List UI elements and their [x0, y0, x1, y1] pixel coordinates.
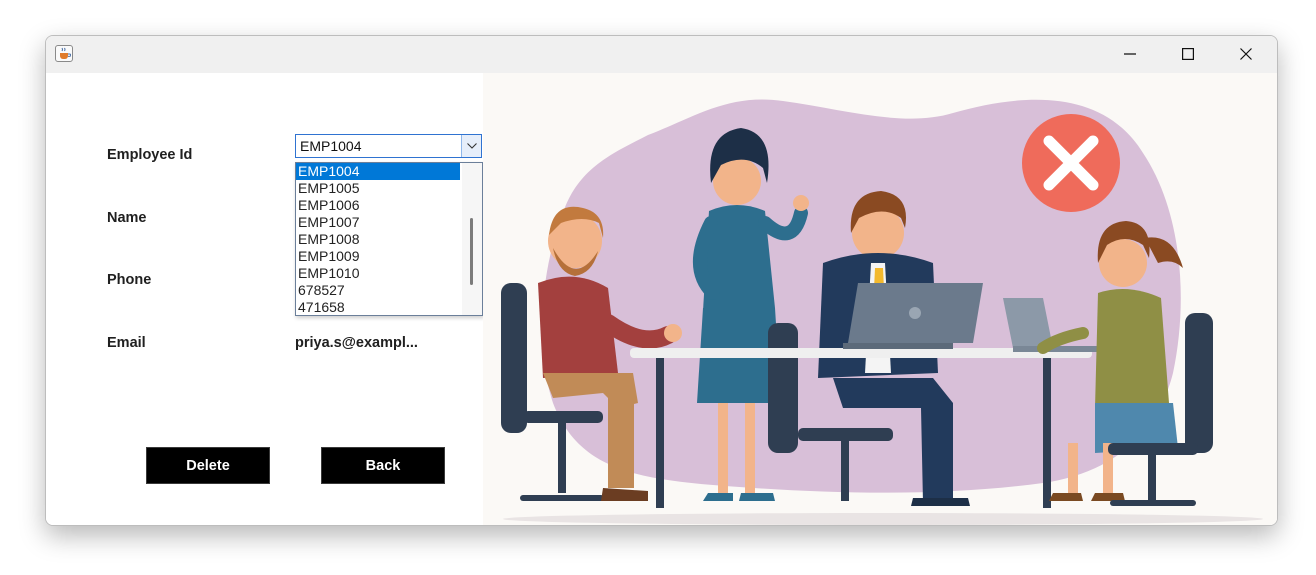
java-cup-icon[interactable]: [55, 45, 73, 62]
dropdown-option[interactable]: EMP1004: [296, 163, 460, 180]
dropdown-option[interactable]: EMP1010: [296, 265, 460, 282]
minimize-button[interactable]: [1101, 36, 1159, 72]
close-icon: [1240, 48, 1252, 60]
title-bar: [46, 36, 1277, 73]
main-window: Employee Id Name Phone Email priya.s@exa…: [45, 35, 1278, 526]
dropdown-option[interactable]: 678527: [296, 282, 460, 299]
combo-selected-value: EMP1004: [300, 138, 362, 154]
email-label: Email: [107, 335, 146, 351]
close-button[interactable]: [1217, 36, 1275, 72]
maximize-button[interactable]: [1159, 36, 1217, 72]
dropdown-option[interactable]: 471658: [296, 299, 460, 316]
laptop-icon: [843, 283, 983, 349]
dropdown-scrollbar[interactable]: [462, 163, 482, 315]
combo-arrow-button[interactable]: [461, 135, 481, 157]
email-value: priya.s@exampl...: [295, 335, 418, 351]
scrollbar-thumb[interactable]: [470, 218, 473, 285]
employee-id-dropdown-list[interactable]: EMP1004 EMP1005 EMP1006 EMP1007 EMP1008 …: [295, 162, 483, 316]
employee-id-label: Employee Id: [107, 147, 193, 163]
form-panel: Employee Id Name Phone Email priya.s@exa…: [46, 73, 1277, 525]
minimize-icon: [1124, 53, 1136, 55]
dropdown-option[interactable]: EMP1009: [296, 248, 460, 265]
back-button[interactable]: Back: [321, 447, 445, 484]
office-meeting-illustration: [483, 73, 1277, 525]
employee-id-combobox[interactable]: EMP1004: [295, 134, 482, 158]
name-label: Name: [107, 210, 147, 226]
phone-label: Phone: [107, 272, 152, 288]
dropdown-option[interactable]: EMP1008: [296, 231, 460, 248]
maximize-icon: [1182, 48, 1194, 60]
dropdown-option[interactable]: EMP1006: [296, 197, 460, 214]
dropdown-option[interactable]: EMP1007: [296, 214, 460, 231]
dropdown-option[interactable]: EMP1005: [296, 180, 460, 197]
delete-button[interactable]: Delete: [146, 447, 270, 484]
chevron-down-icon: [467, 143, 477, 149]
error-x-icon: [1022, 114, 1120, 212]
